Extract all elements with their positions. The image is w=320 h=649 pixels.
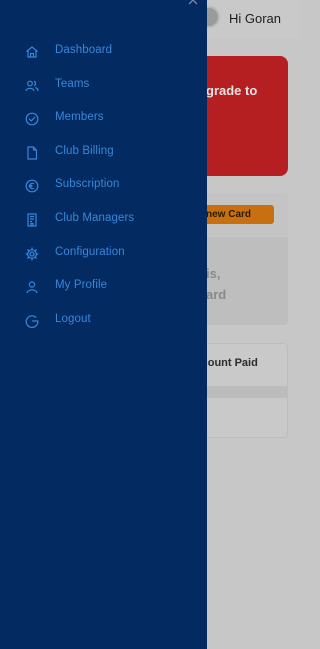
sidebar-item-label: Subscription xyxy=(55,178,120,191)
sidebar-item-label: Dashboard xyxy=(55,44,113,56)
sidebar-item-label: My Profile xyxy=(55,279,108,292)
document-icon xyxy=(27,146,38,160)
billing-table-card: nount Paid xyxy=(196,343,288,438)
close-icon[interactable] xyxy=(186,0,200,10)
sidebar-item-configuration[interactable]: Configuration xyxy=(0,237,207,271)
sidebar-item-club-managers[interactable]: Club Managers xyxy=(0,203,207,237)
check-circle-icon xyxy=(25,112,39,126)
gear-icon xyxy=(25,246,39,261)
amount-paid-header: nount Paid xyxy=(201,357,258,369)
sidebar-item-label: Configuration xyxy=(55,245,125,258)
close-icon-svg xyxy=(188,0,198,5)
greeting: Hi Goran xyxy=(229,11,282,26)
users-icon xyxy=(25,80,39,91)
euro-icon xyxy=(25,179,39,193)
side-drawer: Dashboard Teams Members Club Billing Sub… xyxy=(0,0,207,649)
logout-icon xyxy=(25,314,39,328)
sidebar-item-label: Teams xyxy=(55,77,90,90)
card-info-line2: ard xyxy=(206,287,227,302)
upgrade-text: grade to xyxy=(206,83,258,98)
sidebar-item-label: Logout xyxy=(55,312,91,325)
sidebar-item-members[interactable]: Members xyxy=(0,102,207,136)
sidebar-item-teams[interactable]: Teams xyxy=(0,69,207,103)
table-row xyxy=(197,386,287,398)
home-icon xyxy=(26,46,38,58)
card-info-line1: is, xyxy=(206,266,221,281)
sidebar-item-dashboard[interactable]: Dashboard xyxy=(0,35,207,69)
sidebar-item-label: Club Billing xyxy=(55,144,114,157)
upgrade-card[interactable]: grade to xyxy=(196,56,288,176)
sidebar-item-logout[interactable]: Logout xyxy=(0,304,207,338)
payment-card: new Card is, ard xyxy=(196,193,288,325)
add-card-button[interactable]: new Card xyxy=(200,205,274,224)
sidebar-item-club-billing[interactable]: Club Billing xyxy=(0,136,207,170)
sidebar-item-my-profile[interactable]: My Profile xyxy=(0,270,207,304)
sidebar-nav: Dashboard Teams Members Club Billing Sub… xyxy=(0,35,207,337)
sidebar-item-label: Club Managers xyxy=(55,211,135,224)
building-icon xyxy=(27,213,37,227)
user-icon xyxy=(26,281,38,294)
payment-card-header: new Card xyxy=(196,193,288,237)
sidebar-item-label: Members xyxy=(55,111,104,124)
sidebar-item-subscription[interactable]: Subscription xyxy=(0,169,207,203)
